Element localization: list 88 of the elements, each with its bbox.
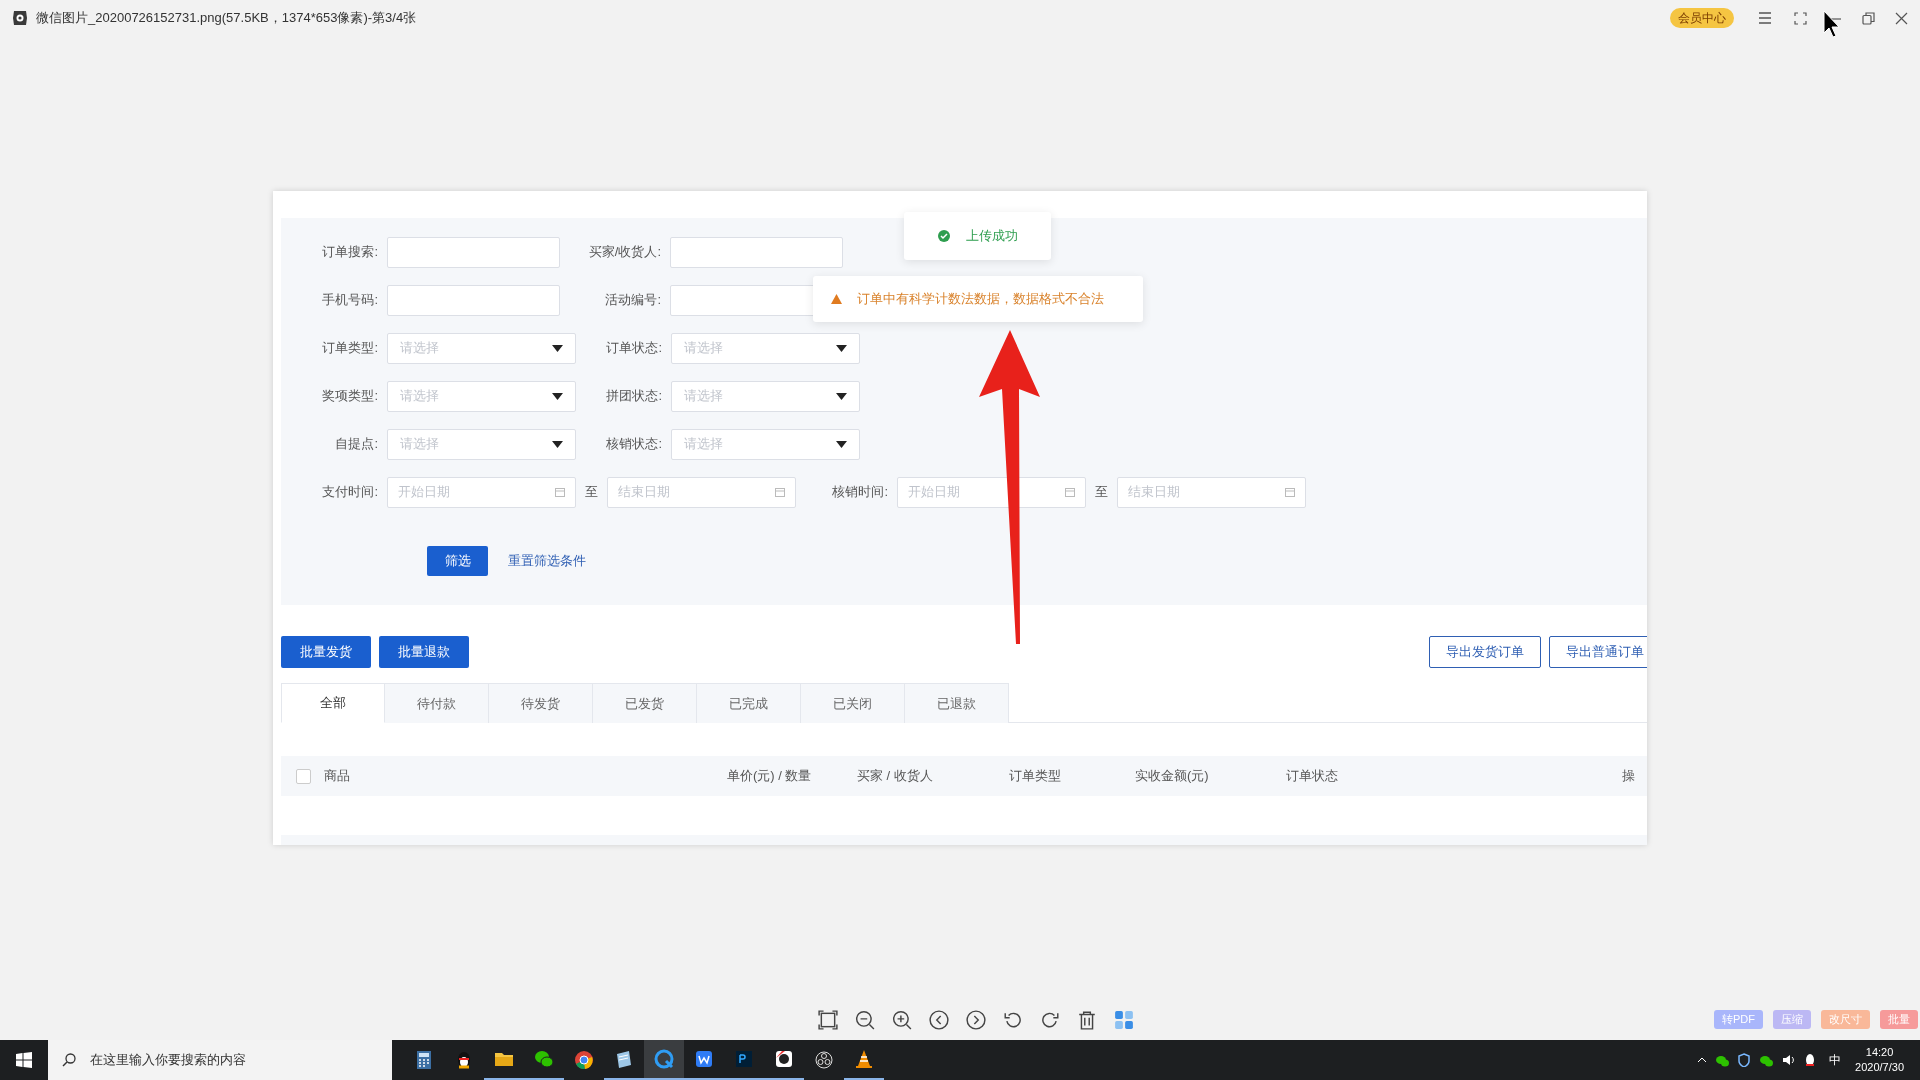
field-label: 订单类型: — [321, 339, 378, 358]
batch-button[interactable]: 批量发货 — [281, 636, 371, 668]
menu-icon[interactable] — [1758, 12, 1772, 24]
warning-icon — [831, 294, 842, 304]
select-all-checkbox[interactable] — [296, 768, 311, 784]
speaker-icon[interactable] — [1781, 1053, 1796, 1067]
chat-bubbles-icon[interactable] — [533, 1048, 555, 1070]
restore-icon[interactable] — [1862, 11, 1875, 25]
range-separator: 至 — [585, 483, 598, 502]
column-header: 单价(元) / 数量 — [727, 768, 812, 784]
vip-badge[interactable]: 会员中心 — [1670, 8, 1734, 28]
fit-screen-icon[interactable] — [818, 1010, 838, 1030]
filter-button[interactable]: 筛选 — [427, 546, 488, 576]
text-input[interactable] — [387, 236, 560, 268]
tab[interactable]: 全部 — [281, 683, 385, 723]
field-label: 活动编号: — [604, 291, 661, 310]
calendar-icon — [1285, 487, 1295, 497]
chat-bubbles-icon[interactable] — [1715, 1053, 1730, 1067]
rotate-right-icon[interactable] — [1040, 1010, 1060, 1030]
traffic-cone-icon[interactable] — [853, 1048, 875, 1070]
taskbar-search-field[interactable]: 在这里输入你要搜索的内容 — [48, 1040, 392, 1080]
recorder-icon[interactable] — [813, 1049, 835, 1071]
export-button[interactable]: 导出普通订单 — [1549, 636, 1647, 668]
field-label: 自提点: — [334, 435, 378, 454]
tab[interactable]: 已关闭 — [801, 683, 905, 723]
field-label: 手机号码: — [321, 291, 378, 310]
search-icon — [62, 1053, 76, 1067]
caret-icon — [552, 344, 563, 352]
zoom-out-icon[interactable] — [855, 1010, 875, 1030]
warning-toast: 订单中有科学计数法数据，数据格式不合法 — [813, 276, 1143, 322]
calendar-icon — [775, 487, 785, 497]
batch-button[interactable]: 批量退款 — [379, 636, 469, 668]
fullscreen-icon[interactable] — [1794, 11, 1807, 25]
caret-icon — [836, 392, 847, 400]
column-header: 操 — [1622, 768, 1635, 784]
photo-app-icon[interactable] — [773, 1048, 795, 1070]
field-label: 订单状态: — [605, 339, 662, 358]
input-method-indicator[interactable]: 中 — [1829, 1051, 1842, 1069]
caret-icon — [836, 440, 847, 448]
field-label: 核销状态: — [605, 435, 662, 454]
caret-icon — [552, 440, 563, 448]
tab[interactable]: 已退款 — [905, 683, 1009, 723]
field-label: 买家/收货人: — [587, 243, 661, 262]
calendar-icon — [1065, 487, 1075, 497]
trash-icon[interactable] — [1077, 1010, 1097, 1030]
text-input[interactable] — [387, 284, 560, 316]
reset-filters-link[interactable]: 重置筛选条件 — [508, 551, 586, 571]
next-icon[interactable] — [966, 1010, 986, 1030]
start-icon[interactable] — [16, 1052, 32, 1068]
column-header: 订单状态 — [1286, 768, 1338, 784]
field-label: 奖项类型: — [321, 387, 378, 406]
column-header: 订单类型 — [1009, 768, 1061, 784]
browser-icon[interactable] — [573, 1049, 595, 1071]
column-header: 实收金额(元) — [1135, 768, 1209, 784]
calendar-icon — [555, 487, 565, 497]
viewer-app-icon[interactable] — [653, 1048, 675, 1070]
shield-icon[interactable] — [1737, 1053, 1752, 1067]
success-toast: 上传成功 — [904, 212, 1051, 260]
text-input[interactable] — [670, 236, 843, 268]
range-separator: 至 — [1095, 483, 1108, 502]
chevron-up-icon[interactable] — [1697, 1057, 1708, 1063]
document-app-icon[interactable] — [693, 1048, 715, 1070]
cursor-icon — [1823, 10, 1841, 38]
image-editor-icon[interactable] — [733, 1048, 755, 1070]
field-label: 核销时间: — [831, 483, 888, 502]
previous-icon[interactable] — [929, 1010, 949, 1030]
grid-icon[interactable] — [1114, 1010, 1134, 1030]
tab[interactable]: 待发货 — [489, 683, 593, 723]
field-label: 支付时间: — [321, 483, 378, 502]
field-label: 订单搜索: — [321, 243, 378, 262]
tab[interactable]: 待付款 — [385, 683, 489, 723]
tab[interactable]: 已完成 — [697, 683, 801, 723]
close-icon[interactable] — [1895, 11, 1908, 25]
caret-icon — [836, 344, 847, 352]
tab[interactable]: 已发货 — [593, 683, 697, 723]
zoom-in-icon[interactable] — [892, 1010, 912, 1030]
column-header: 商品 — [324, 768, 350, 784]
export-button[interactable]: 导出发货订单 — [1429, 636, 1541, 668]
field-label: 拼团状态: — [605, 387, 662, 406]
rotate-left-icon[interactable] — [1003, 1010, 1023, 1030]
clock-date[interactable]: 2020/7/30 — [1855, 1060, 1904, 1075]
chat-bubbles-icon[interactable] — [1759, 1053, 1774, 1067]
window-title: 微信图片_20200726152731.png(57.5KB，1374*653像素)-第3/4张 — [36, 9, 417, 28]
column-header: 买家 / 收货人 — [857, 768, 933, 784]
check-circle-icon — [937, 230, 950, 242]
app-logo-icon — [12, 10, 28, 26]
caret-icon — [552, 392, 563, 400]
clock-time[interactable]: 14:20 — [1865, 1045, 1894, 1060]
